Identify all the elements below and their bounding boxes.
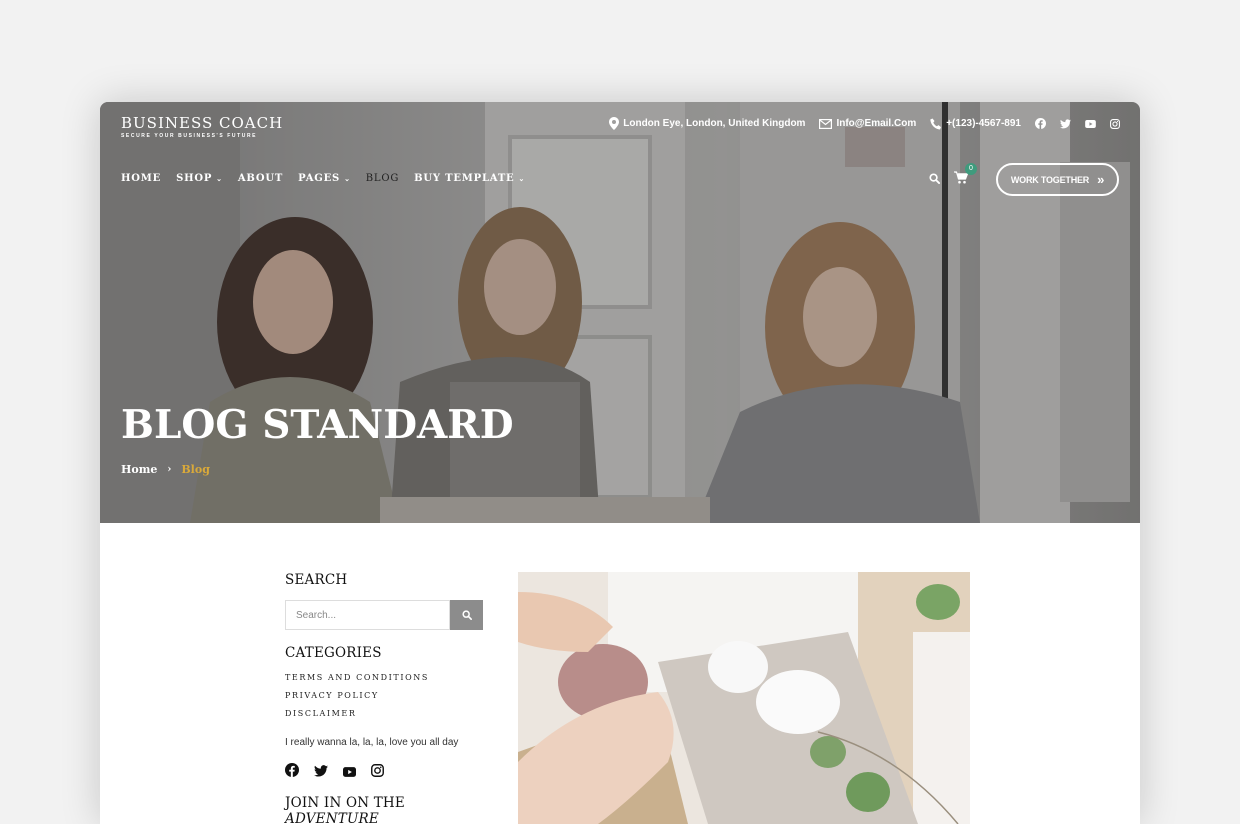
- category-link[interactable]: DISCLAIMER: [285, 709, 485, 727]
- sidebar: SEARCH CATEGORIES TERMS AND CONDITIONS P…: [285, 572, 485, 824]
- twitter-icon[interactable]: [1060, 118, 1071, 129]
- address-info: London Eye, London, United Kingdom: [609, 117, 805, 130]
- nav-label: BUY TEMPLATE: [414, 173, 515, 184]
- categories-heading: CATEGORIES: [285, 645, 382, 661]
- youtube-icon[interactable]: [343, 764, 356, 782]
- adventure-heading-emphasis: ADVENTURE: [285, 811, 379, 824]
- search-heading: SEARCH: [285, 572, 348, 588]
- nav-item-shop[interactable]: SHOP ⌄: [176, 173, 223, 184]
- top-info-bar: London Eye, London, United Kingdom Info@…: [609, 117, 1120, 130]
- chevron-down-icon: ⌄: [518, 174, 526, 183]
- search-icon[interactable]: [929, 171, 940, 189]
- breadcrumb-home[interactable]: Home: [121, 463, 157, 476]
- phone-info[interactable]: +(123)-4567-891: [930, 118, 1021, 130]
- twitter-icon[interactable]: [314, 764, 328, 782]
- location-pin-icon: [609, 117, 620, 130]
- envelope-icon: [819, 118, 833, 129]
- browser-page: BUSINESS COACH SECURE YOUR BUSINESS'S FU…: [100, 102, 1140, 824]
- nav-label: PAGES: [298, 173, 341, 184]
- nav-item-pages[interactable]: PAGES ⌄: [298, 173, 351, 184]
- main-nav: HOME SHOP ⌄ ABOUT PAGES ⌄ BLOG BUY TEMPLAT…: [121, 173, 525, 184]
- nav-item-about[interactable]: ABOUT: [238, 173, 283, 184]
- youtube-icon[interactable]: [1085, 119, 1096, 128]
- page-title: BLOG STANDARD: [121, 402, 514, 448]
- search-form: [285, 600, 485, 630]
- work-together-button[interactable]: WORK TOGETHER »: [996, 163, 1119, 196]
- nav-item-buy-template[interactable]: BUY TEMPLATE ⌄: [414, 173, 525, 184]
- category-link[interactable]: PRIVACY POLICY: [285, 691, 485, 709]
- cart-count-badge: 0: [965, 162, 977, 175]
- header-actions: 0 WORK TOGETHER »: [929, 162, 1119, 196]
- address-text: London Eye, London, United Kingdom: [623, 118, 806, 129]
- phone-icon: [930, 118, 942, 130]
- nav-label: SHOP: [176, 173, 213, 184]
- email-text: Info@Email.Com: [836, 118, 917, 129]
- nav-label: HOME: [121, 173, 162, 184]
- blog-post-image[interactable]: [518, 572, 970, 824]
- breadcrumb-current: Blog: [181, 463, 210, 476]
- nav-item-blog[interactable]: BLOG: [366, 173, 399, 184]
- adventure-heading: JOIN IN ON THE ADVENTURE: [285, 795, 485, 824]
- logo-tagline: SECURE YOUR BUSINESS'S FUTURE: [121, 133, 258, 139]
- search-icon: [461, 608, 472, 623]
- nav-label: BLOG: [365, 173, 400, 184]
- facebook-icon[interactable]: [285, 763, 299, 782]
- cta-label: WORK TOGETHER: [1010, 174, 1090, 185]
- search-input[interactable]: [285, 600, 450, 630]
- nav-label: ABOUT: [237, 173, 284, 184]
- logo-name: BUSINESS COACH: [121, 114, 284, 132]
- phone-text: +(123)-4567-891: [946, 118, 1021, 129]
- chevron-down-icon: ⌄: [216, 174, 223, 183]
- chevron-right-icon: ›: [167, 464, 172, 475]
- facebook-icon[interactable]: [1035, 118, 1046, 129]
- email-info[interactable]: Info@Email.Com: [819, 118, 916, 129]
- double-chevron-right-icon: »: [1097, 172, 1105, 187]
- instagram-icon[interactable]: [1110, 118, 1120, 129]
- adventure-heading-text: JOIN IN ON THE: [285, 795, 405, 811]
- breadcrumb: Home › Blog: [121, 463, 210, 476]
- post-photo: [518, 572, 970, 824]
- cart-button[interactable]: 0: [954, 162, 977, 189]
- instagram-icon[interactable]: [371, 763, 384, 782]
- sidebar-social-links: [285, 763, 485, 782]
- category-link[interactable]: TERMS AND CONDITIONS: [285, 673, 485, 691]
- top-social-links: [1035, 118, 1120, 129]
- nav-item-home[interactable]: HOME: [121, 173, 161, 184]
- sidebar-quote: I really wanna la, la, la, love you all …: [285, 737, 459, 748]
- hero-banner: BUSINESS COACH SECURE YOUR BUSINESS'S FU…: [100, 102, 1140, 523]
- chevron-down-icon: ⌄: [344, 174, 351, 183]
- search-button[interactable]: [450, 600, 483, 630]
- site-logo[interactable]: BUSINESS COACH SECURE YOUR BUSINESS'S FU…: [121, 114, 283, 139]
- categories-list: TERMS AND CONDITIONS PRIVACY POLICY DISC…: [285, 673, 485, 727]
